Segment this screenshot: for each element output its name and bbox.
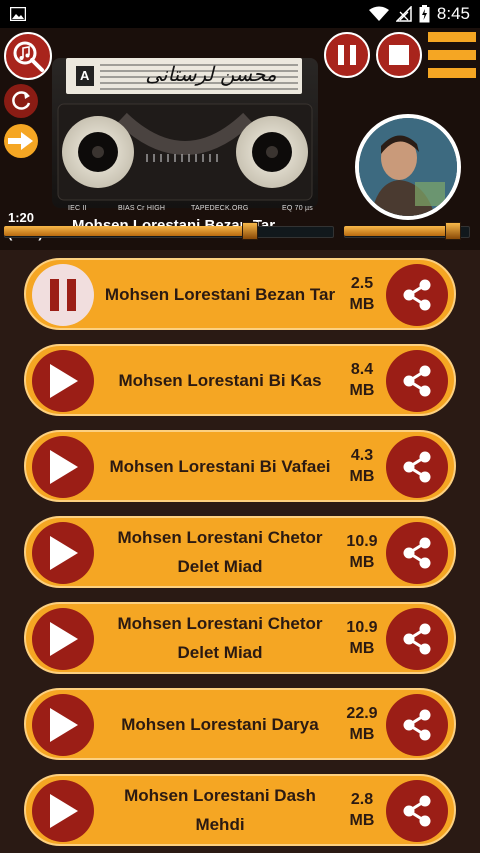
- share-button[interactable]: [386, 780, 448, 842]
- deck-label-site: TAPEDECK.ORG: [191, 205, 249, 212]
- battery-charging-icon: [419, 5, 430, 23]
- deck-label-bias: BIAS Cr HIGH: [118, 205, 166, 212]
- track-title: Mohsen Lorestani Dash Mehdi: [124, 786, 316, 834]
- track-play-button[interactable]: [32, 522, 94, 584]
- volume-bar-thumb[interactable]: [445, 222, 462, 240]
- share-button[interactable]: [386, 608, 448, 670]
- track-row[interactable]: Mohsen Lorestani Chetor Delet Miad 10.9 M…: [24, 602, 456, 674]
- track-play-button[interactable]: [32, 608, 94, 670]
- seek-bar-fill: [4, 226, 250, 236]
- track-row[interactable]: Mohsen Lorestani Chetor Delet Miad 10.9 M…: [24, 516, 456, 588]
- seek-bar-thumb[interactable]: [242, 222, 258, 240]
- album-art[interactable]: [355, 114, 461, 220]
- repeat-icon: [12, 91, 31, 110]
- pause-button[interactable]: [324, 32, 370, 78]
- share-icon: [403, 279, 431, 311]
- menu-button[interactable]: [428, 32, 476, 78]
- pause-icon: [50, 279, 76, 311]
- hamburger-menu-icon: [428, 32, 476, 78]
- track-pause-button[interactable]: [32, 264, 94, 326]
- share-icon: [403, 709, 431, 741]
- share-icon: [403, 365, 431, 397]
- track-row[interactable]: Mohsen Lorestani Dash Mehdi 2.8 MB: [24, 774, 456, 846]
- share-button[interactable]: [386, 436, 448, 498]
- track-row[interactable]: Mohsen Lorestani Bi Vafaei 4.3 MB: [24, 430, 456, 502]
- track-title: Mohsen Lorestani Chetor Delet Miad: [117, 614, 323, 662]
- share-button[interactable]: [386, 522, 448, 584]
- share-button[interactable]: [386, 350, 448, 412]
- next-button[interactable]: [4, 124, 38, 158]
- track-row[interactable]: Mohsen Lorestani Bezan Tar 2.5 MB: [24, 258, 456, 330]
- music-search-icon: [13, 41, 44, 72]
- next-arrow-icon: [8, 132, 33, 150]
- share-button[interactable]: [386, 694, 448, 756]
- track-title: Mohsen Lorestani Bezan Tar: [104, 284, 336, 304]
- play-icon: [50, 708, 78, 742]
- track-file-size: 4.3 MB: [349, 447, 375, 485]
- play-icon: [50, 536, 78, 570]
- cassette-side-label: A: [80, 68, 90, 83]
- track-row[interactable]: Mohsen Lorestani Bi Kas 8.4 MB: [24, 344, 456, 416]
- share-icon: [403, 623, 431, 655]
- share-icon: [403, 537, 431, 569]
- play-icon: [50, 794, 78, 828]
- volume-bar-fill: [344, 226, 454, 236]
- clock: 8:45: [436, 4, 470, 23]
- track-file-size: 2.8 MB: [349, 791, 375, 829]
- signal-icon: [395, 6, 412, 22]
- deck-label-iec: IEC II: [68, 205, 87, 212]
- track-file-size: 10.9 MB: [346, 533, 378, 571]
- status-bar: 8:45: [0, 0, 480, 28]
- track-file-size: 10.9 MB: [346, 619, 378, 657]
- cassette-label: A محسن لرستانی: [66, 58, 302, 94]
- stop-button[interactable]: [376, 32, 422, 78]
- volume-bar[interactable]: [344, 222, 470, 240]
- share-button[interactable]: [386, 264, 448, 326]
- track-title: Mohsen Lorestani Chetor Delet Miad: [117, 528, 323, 576]
- track-file-size: 8.4 MB: [349, 361, 375, 399]
- share-icon: [403, 795, 431, 827]
- track-row[interactable]: Mohsen Lorestani Darya 22.9 MB: [24, 688, 456, 760]
- repeat-button[interactable]: [4, 84, 38, 118]
- track-play-button[interactable]: [32, 780, 94, 842]
- pause-icon: [338, 45, 356, 65]
- deck-label-eq: EQ 70 µs: [282, 205, 313, 212]
- player-panel: A محسن لرستانی IEC II BIAS Cr HIGH TAPED…: [0, 28, 480, 250]
- seek-bar[interactable]: [4, 222, 334, 240]
- track-play-button[interactable]: [32, 436, 94, 498]
- play-icon: [50, 450, 78, 484]
- track-play-button[interactable]: [32, 350, 94, 412]
- track-title: Mohsen Lorestani Darya: [121, 714, 319, 734]
- cassette-handwritten-label: محسن لرستانی: [145, 62, 277, 86]
- wifi-icon: [368, 6, 389, 21]
- share-icon: [403, 451, 431, 483]
- artist-photo: [359, 118, 457, 216]
- stop-icon: [389, 45, 409, 65]
- music-search-button[interactable]: [4, 32, 52, 80]
- track-play-button[interactable]: [32, 694, 94, 756]
- play-icon: [50, 364, 78, 398]
- gallery-notification-icon: [10, 7, 26, 21]
- track-title: Mohsen Lorestani Bi Kas: [118, 370, 322, 390]
- track-file-size: 22.9 MB: [346, 705, 378, 743]
- play-icon: [50, 622, 78, 656]
- track-title: Mohsen Lorestani Bi Vafaei: [109, 456, 331, 476]
- track-file-size: 2.5 MB: [349, 275, 375, 313]
